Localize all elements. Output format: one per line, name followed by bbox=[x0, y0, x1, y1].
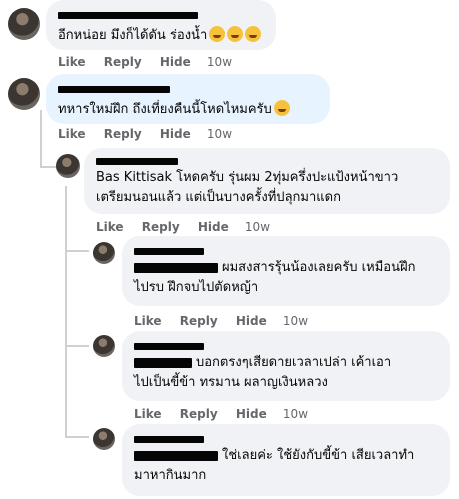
comment-actions: Like Reply Hide 10w bbox=[58, 55, 246, 69]
timestamp[interactable]: 10w bbox=[245, 220, 270, 234]
reply-button[interactable]: Reply bbox=[180, 407, 218, 421]
comment-actions: Like Reply Hide 10w bbox=[134, 407, 322, 421]
comment-bubble: ทหารใหม่ฝึก ถึงเที่ยงคืนนี้โหดไหมครับ bbox=[46, 74, 330, 124]
comment-actions: Like Reply Hide 10w bbox=[96, 220, 284, 234]
redacted-mention[interactable] bbox=[134, 357, 192, 368]
comment-text: Bas Kittisak โหดครับ รุ่นผม 2ทุ่มครึ่งปะ… bbox=[96, 170, 399, 205]
comment-actions: Like Reply Hide 10w bbox=[58, 127, 246, 141]
reply-button[interactable]: Reply bbox=[142, 220, 180, 234]
comment-3: Bas Kittisak โหดครับ รุ่นผม 2ทุ่มครึ่งปะ… bbox=[0, 148, 459, 240]
comment-6: ใช่เลยค่ะ ใช้ยังกับขี้ข้า เสียเวลาทำ มาห… bbox=[0, 424, 459, 499]
comment-actions: Like Reply Hide 10w bbox=[134, 314, 322, 328]
comment-text: ผมสงสารรุ้นน้องเลยครับ เหมือนฝึก ไปรบ ฝึ… bbox=[134, 260, 416, 295]
like-button[interactable]: Like bbox=[134, 314, 162, 328]
timestamp[interactable]: 10w bbox=[207, 127, 232, 141]
avatar[interactable] bbox=[8, 78, 40, 110]
hide-button[interactable]: Hide bbox=[236, 407, 267, 421]
timestamp[interactable]: 10w bbox=[283, 314, 308, 328]
comment-bubble: ใช่เลยค่ะ ใช้ยังกับขี้ข้า เสียเวลาทำ มาห… bbox=[122, 424, 450, 496]
comment-text: ใช่เลยค่ะ ใช้ยังกับขี้ข้า เสียเวลาทำ มาห… bbox=[134, 448, 415, 483]
timestamp[interactable]: 10w bbox=[207, 55, 232, 69]
reply-button[interactable]: Reply bbox=[104, 127, 142, 141]
comment-5: บอกตรงๆเสียดายเวลาเปล่า เค้าเอา ไปเป็นขี… bbox=[0, 331, 459, 423]
like-button[interactable]: Like bbox=[96, 220, 124, 234]
like-button[interactable]: Like bbox=[58, 55, 86, 69]
redacted-mention[interactable] bbox=[134, 262, 218, 273]
comment-4: ผมสงสารรุ้นน้องเลยครับ เหมือนฝึก ไปรบ ฝึ… bbox=[0, 236, 459, 330]
redacted-author-name[interactable] bbox=[134, 343, 204, 350]
redacted-mention[interactable] bbox=[134, 450, 218, 461]
reply-button[interactable]: Reply bbox=[180, 314, 218, 328]
avatar[interactable] bbox=[93, 242, 115, 264]
avatar[interactable] bbox=[56, 154, 80, 178]
redacted-author-name[interactable] bbox=[96, 158, 178, 165]
comment-1: อีกหน่อย มึงก็ได้ดัน ร่องน้ำ Like Reply … bbox=[0, 0, 459, 72]
comment-text: อีกหน่อย มึงก็ได้ดัน ร่องน้ำ bbox=[58, 28, 208, 43]
comment-2: ทหารใหม่ฝึก ถึงเที่ยงคืนนี้โหดไหมครับ Li… bbox=[0, 72, 459, 148]
like-button[interactable]: Like bbox=[134, 407, 162, 421]
comment-bubble: บอกตรงๆเสียดายเวลาเปล่า เค้าเอา ไปเป็นขี… bbox=[122, 331, 450, 401]
hide-button[interactable]: Hide bbox=[198, 220, 229, 234]
redacted-author-name[interactable] bbox=[134, 248, 204, 255]
comment-bubble: Bas Kittisak โหดครับ รุ่นผม 2ทุ่มครึ่งปะ… bbox=[84, 148, 450, 214]
comment-bubble: อีกหน่อย มึงก็ได้ดัน ร่องน้ำ bbox=[46, 0, 276, 50]
hide-button[interactable]: Hide bbox=[236, 314, 267, 328]
timestamp[interactable]: 10w bbox=[283, 407, 308, 421]
avatar[interactable] bbox=[8, 8, 40, 40]
avatar[interactable] bbox=[93, 428, 115, 450]
rolling-eyes-emoji bbox=[273, 100, 290, 116]
redacted-author-name[interactable] bbox=[58, 12, 198, 19]
rofl-emoji bbox=[207, 24, 262, 43]
comment-text: บอกตรงๆเสียดายเวลาเปล่า เค้าเอา ไปเป็นขี… bbox=[134, 355, 392, 390]
hide-button[interactable]: Hide bbox=[160, 55, 191, 69]
comment-text: ทหารใหม่ฝึก ถึงเที่ยงคืนนี้โหดไหมครับ bbox=[58, 102, 272, 117]
hide-button[interactable]: Hide bbox=[160, 127, 191, 141]
comment-bubble: ผมสงสารรุ้นน้องเลยครับ เหมือนฝึก ไปรบ ฝึ… bbox=[122, 236, 450, 306]
avatar[interactable] bbox=[93, 335, 115, 357]
redacted-author-name[interactable] bbox=[134, 436, 204, 443]
redacted-author-name[interactable] bbox=[58, 86, 170, 93]
like-button[interactable]: Like bbox=[58, 127, 86, 141]
reply-button[interactable]: Reply bbox=[104, 55, 142, 69]
